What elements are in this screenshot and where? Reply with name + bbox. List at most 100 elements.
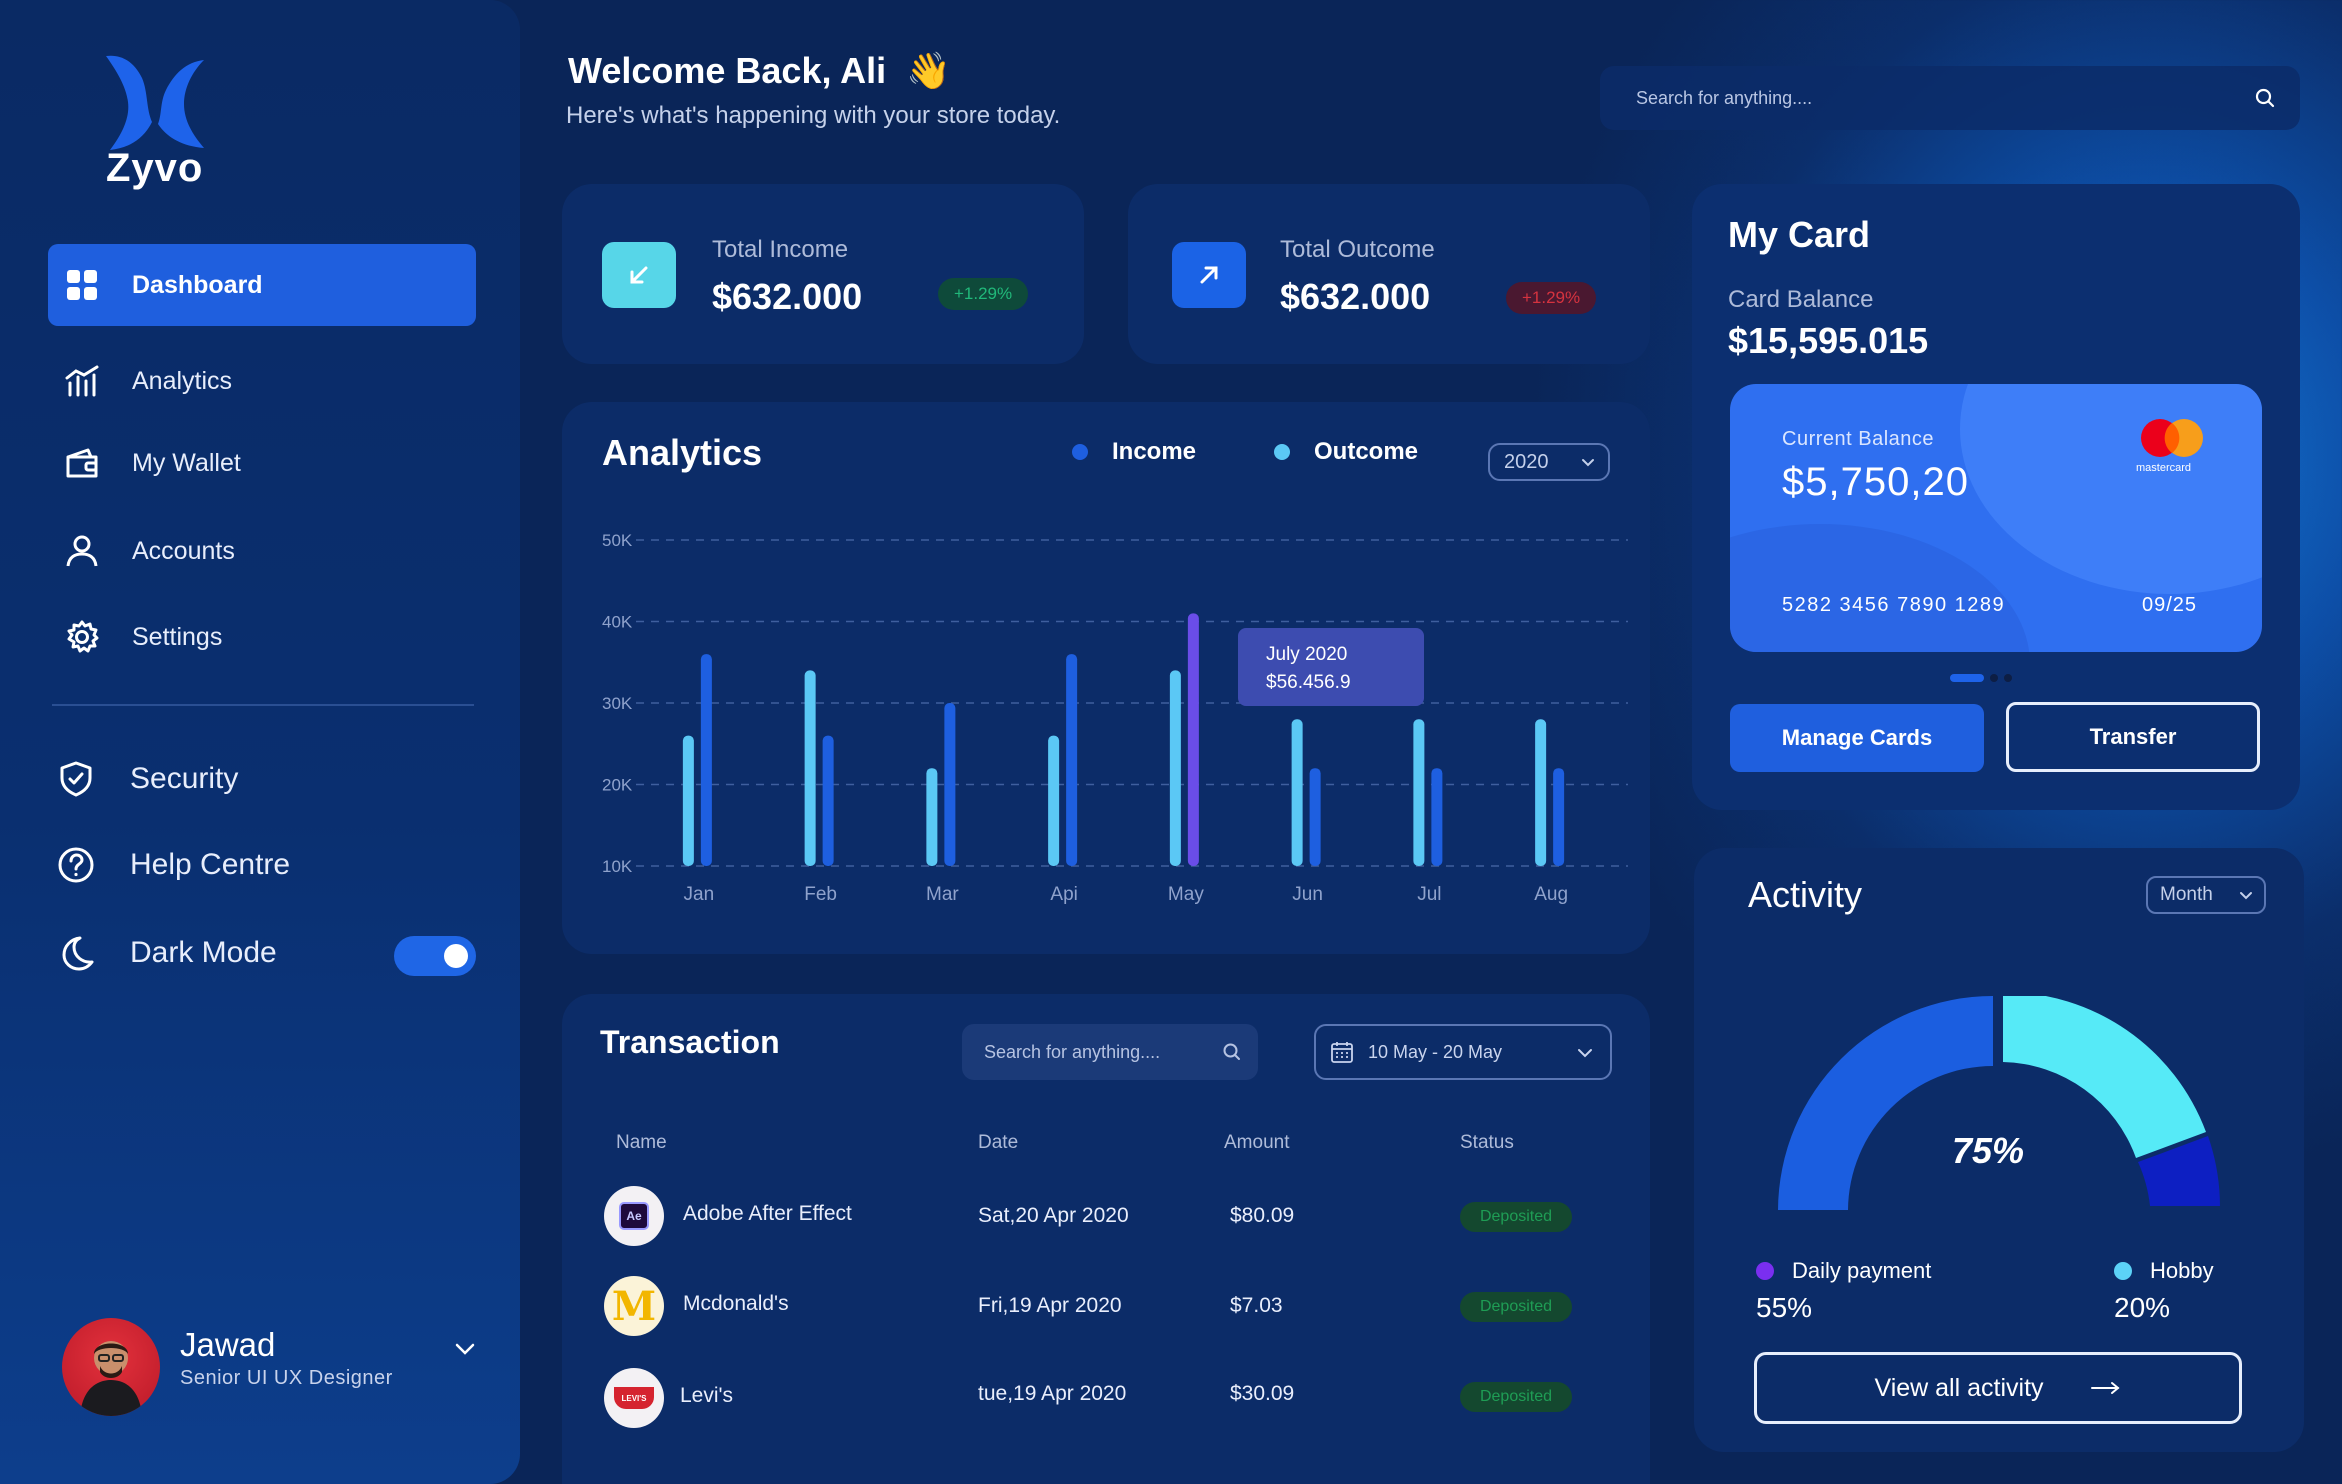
sidebar-item-my-wallet[interactable]: My Wallet <box>48 422 476 504</box>
bar-outcome <box>1535 719 1547 866</box>
grid-icon <box>62 265 102 305</box>
gauge-value: 75% <box>1952 1130 2025 1171</box>
page-title: Welcome Back, Ali 👋 <box>568 50 951 92</box>
bar-income <box>1187 613 1199 866</box>
card-balance-value: $15,595.015 <box>1728 320 1929 361</box>
sidebar-item-label: Analytics <box>132 366 233 395</box>
sidebar-item-dashboard[interactable]: Dashboard <box>48 244 476 326</box>
sidebar-item-analytics[interactable]: Analytics <box>48 340 476 422</box>
x-tick-label: Jan <box>684 884 715 905</box>
year-select-value: 2020 <box>1504 450 1549 473</box>
dark-mode-toggle[interactable] <box>394 936 476 976</box>
card-expiry: 09/25 <box>2142 594 2198 616</box>
x-tick-label: Feb <box>804 884 837 905</box>
column-header-amount: Amount <box>1224 1132 1290 1153</box>
total-income-label: Total Income <box>712 236 849 263</box>
column-header-date: Date <box>978 1132 1019 1153</box>
x-tick-label: Jun <box>1292 884 1323 905</box>
sidebar-item-label: Settings <box>132 622 223 651</box>
bar-income <box>1553 768 1565 866</box>
wave-emoji-icon: 👋 <box>906 50 951 91</box>
global-search-input[interactable]: Search for anything.... <box>1600 66 2300 130</box>
arrow-up-right-icon <box>1172 242 1246 308</box>
gear-icon <box>62 617 102 657</box>
chevron-down-icon <box>2240 892 2252 900</box>
y-tick-label: 10K <box>602 857 633 876</box>
gauge-segment-daily <box>1778 996 1993 1210</box>
chevron-down-icon <box>1582 459 1594 467</box>
current-balance-label: Current Balance <box>1782 428 1935 450</box>
daily-dot-icon <box>1756 1262 1774 1280</box>
view-all-activity-button[interactable]: View all activity <box>1754 1352 2242 1424</box>
analytics-chart: 10K 20K 30K 40K 50K Jan Feb Mar Api May Jun Jul Aug <box>602 531 1628 905</box>
sidebar: Zyvo Dashboard Analytics My Wallet Accou… <box>0 0 520 1484</box>
sidebar-item-help-centre[interactable]: Help Centre <box>48 824 476 906</box>
total-outcome-label: Total Outcome <box>1280 236 1435 263</box>
search-placeholder: Search for anything.... <box>984 1041 1161 1062</box>
activity-title: Activity <box>1748 874 1863 915</box>
card-decoration <box>1960 384 2262 594</box>
income-dot-icon <box>1072 444 1088 460</box>
search-icon[interactable] <box>2254 87 2276 109</box>
arrow-down-left-icon <box>602 242 676 308</box>
income-change-badge: +1.29% <box>938 278 1029 310</box>
wallet-icon <box>62 443 102 483</box>
chevron-down-icon[interactable] <box>450 1334 480 1364</box>
chart-icon <box>62 361 102 401</box>
legend-outcome: Outcome <box>1274 438 1418 466</box>
x-tick-label: Api <box>1050 884 1077 905</box>
sidebar-item-dark-mode: Dark Mode <box>48 912 378 994</box>
chevron-down-icon <box>1578 1049 1592 1058</box>
date-range-select[interactable]: 10 May - 20 May <box>1314 1024 1612 1080</box>
sidebar-item-security[interactable]: Security <box>48 738 476 820</box>
transaction-name: Levi's <box>680 1384 734 1407</box>
mcdonalds-logo-text: M <box>611 1282 657 1330</box>
outcome-dot-icon <box>1274 444 1290 460</box>
status-badge: Deposited <box>1460 1292 1572 1322</box>
credit-card[interactable]: Current Balance $5,750,20 mastercard 528… <box>1730 384 2262 652</box>
profile-role: Senior UI UX Designer <box>180 1367 393 1389</box>
current-balance-value: $5,750,20 <box>1782 460 1969 504</box>
legend-hobby: Hobby <box>2114 1258 2214 1284</box>
transaction-name: Mcdonald's <box>683 1292 789 1315</box>
carousel-dot[interactable] <box>2004 674 2012 682</box>
bar-income <box>822 735 834 866</box>
app-logo-text: Zyvo <box>106 146 204 190</box>
x-tick-label: Aug <box>1534 884 1568 905</box>
transaction-search-input[interactable]: Search for anything.... <box>962 1024 1258 1080</box>
transaction-date: Fri,19 Apr 2020 <box>978 1294 1122 1317</box>
legend-daily-payment: Daily payment <box>1756 1258 1931 1284</box>
avatar[interactable] <box>62 1318 160 1416</box>
sidebar-item-label: My Wallet <box>132 448 241 477</box>
card-carousel-dots[interactable] <box>1950 674 2012 682</box>
daily-percent: 55% <box>1756 1292 1813 1323</box>
moon-icon <box>56 933 96 973</box>
carousel-dot-active[interactable] <box>1950 674 1984 682</box>
carousel-dot[interactable] <box>1990 674 1998 682</box>
bar-income <box>1066 654 1078 866</box>
chart-tooltip: July 2020 $56.456.9 <box>1238 628 1424 706</box>
total-income-value: $632.000 <box>712 276 863 317</box>
y-tick-label: 30K <box>602 694 633 713</box>
bar-outcome <box>1048 735 1060 866</box>
view-all-label: View all activity <box>1874 1373 2044 1402</box>
period-select[interactable]: Month <box>2146 876 2266 914</box>
transaction-amount: $30.09 <box>1230 1382 1295 1405</box>
daily-label: Daily payment <box>1792 1258 1932 1283</box>
transfer-button[interactable]: Transfer <box>2006 702 2260 772</box>
help-icon <box>56 845 96 885</box>
legend-income-label: Income <box>1112 438 1197 465</box>
tooltip-title: July 2020 <box>1266 644 1348 665</box>
column-header-name: Name <box>616 1132 667 1153</box>
manage-cards-button[interactable]: Manage Cards <box>1730 704 1984 772</box>
page-subtitle: Here's what's happening with your store … <box>566 102 1061 129</box>
sidebar-item-accounts[interactable]: Accounts <box>48 510 476 592</box>
shield-icon <box>56 759 96 799</box>
transaction-name: Adobe After Effect <box>683 1202 852 1225</box>
y-tick-label: 50K <box>602 531 633 550</box>
activity-gauge <box>1778 996 2220 1210</box>
sidebar-item-settings[interactable]: Settings <box>48 596 476 678</box>
year-select[interactable]: 2020 <box>1488 443 1610 481</box>
my-card-title: My Card <box>1728 214 1871 255</box>
transaction-amount: $80.09 <box>1230 1204 1295 1227</box>
